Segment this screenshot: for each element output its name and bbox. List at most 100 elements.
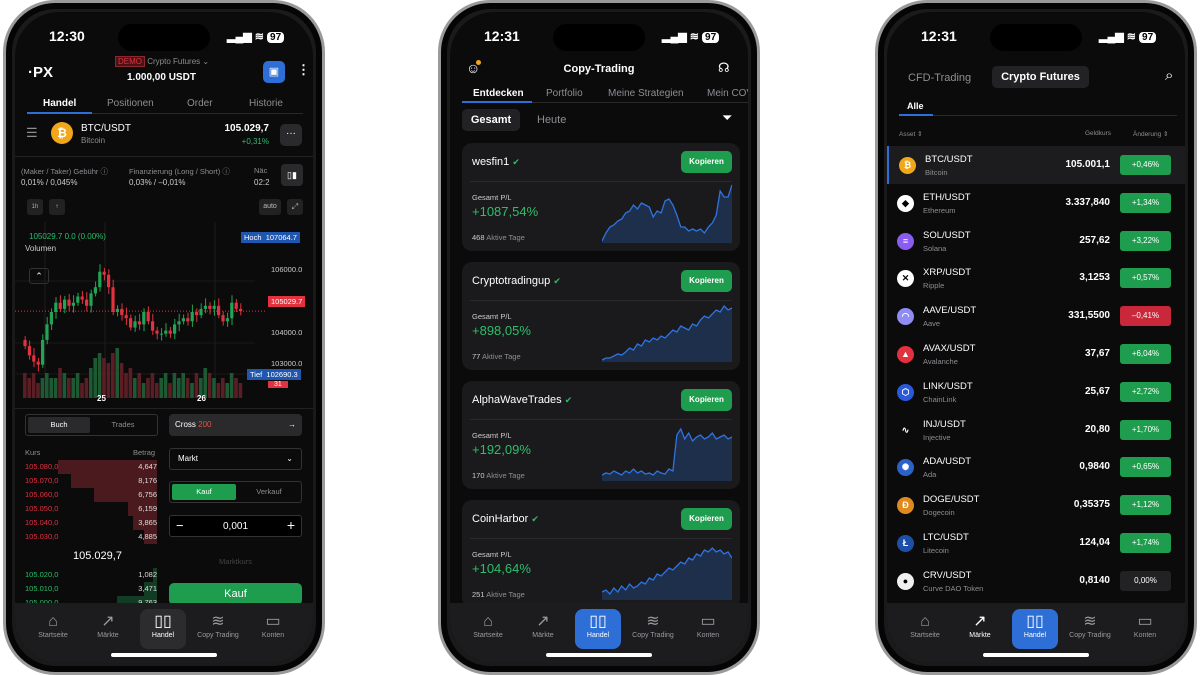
nav-copy-trading[interactable]: ≋ Copy Trading [1067,609,1113,649]
buy-submit-button[interactable]: Kauf [169,583,302,605]
orderbook-row[interactable]: 105.060,0 6,756 [25,488,157,502]
filter-heute[interactable]: Heute [537,114,566,126]
home-icon: ⌂ [48,613,58,630]
more-menu-icon[interactable]: ⋮ [297,62,310,78]
tab-cfd-trading[interactable]: CFD-Trading [908,72,971,84]
tab-historie[interactable]: Historie [249,98,283,109]
asset-row[interactable]: ◆ ETH/USDT Ethereum 3.337,840 +1,34% [887,184,1185,222]
nav-startseite[interactable]: ⌂ Startseite [30,609,76,649]
sort-change[interactable]: Änderung ⇕ [1133,130,1168,138]
nav-märkte[interactable]: ↗ Märkte [520,609,566,649]
asset-row[interactable]: ≡ SOL/USDT Solana 257,62 +3,22% [887,222,1185,260]
fullscreen-icon[interactable]: ⤢ [287,199,303,215]
candle [115,308,119,312]
pl-label: Gesamt P/L [472,550,512,559]
copy-button[interactable]: Kopieren [681,270,732,292]
nav-märkte[interactable]: ↗ Märkte [957,609,1003,649]
signal-wifi-icon: ▂▄▆ ≋ 97 [227,30,285,43]
tab-meine-strategien[interactable]: Meine Strategien [608,88,684,99]
order-type-select[interactable]: Markt ⌄ [169,448,302,470]
plus-icon[interactable]: + [287,517,295,533]
trader-card[interactable]: Cryptotradingup ✔ Kopieren Gesamt P/L +8… [462,262,740,370]
filter-alle[interactable]: Alle [907,101,924,111]
copy-button[interactable]: Kopieren [681,508,732,530]
asset-row[interactable]: ▲ AVAX/USDT Avalanche 37,67 +6,04% [887,335,1185,373]
nav-copy-trading[interactable]: ≋ Copy Trading [195,609,241,649]
nav-konten[interactable]: ▭ Konten [685,609,731,649]
high-label: Hoch 107064.7 [241,232,300,243]
pair-symbol[interactable]: BTC/USDT [81,123,131,134]
pl-label: Gesamt P/L [472,312,512,321]
tab-entdecken[interactable]: Entdecken [473,88,524,99]
margin-mode-button[interactable]: Cross 200 → [169,414,302,436]
asset-row[interactable]: ◠ AAVE/USDT Aave 331,5500 –0,41% [887,297,1185,335]
tab-buch[interactable]: Buch [28,417,90,433]
orderbook-row[interactable]: 105.040,0 3,865 [25,516,157,530]
trader-card[interactable]: CoinHarbor ✔ Kopieren Gesamt P/L +104,64… [462,500,740,608]
nav-startseite[interactable]: ⌂ Startseite [465,609,511,649]
tab-order[interactable]: Order [187,98,213,109]
asset-row[interactable]: ∿ INJ/USDT Injective 20,80 +1,70% [887,411,1185,449]
orderbook-row[interactable]: 105.020,0 1,082 [25,568,157,582]
trader-card[interactable]: wesfin1 ✔ Kopieren Gesamt P/L +1087,54% … [462,143,740,251]
nav-konten[interactable]: ▭ Konten [250,609,296,649]
trader-name[interactable]: wesfin1 ✔ [472,156,520,168]
timeframe-button[interactable]: 1h [27,199,43,215]
nav-handel[interactable]: ▯▯ Handel [575,609,621,649]
search-icon[interactable]: ⌕ [1165,67,1173,84]
nav-startseite[interactable]: ⌂ Startseite [902,609,948,649]
tab-handel[interactable]: Handel [43,98,76,109]
auto-scale-button[interactable]: auto [259,199,281,215]
orderbook-row[interactable]: 105.070,0 8,176 [25,474,157,488]
layers-icon: ≋ [646,613,660,630]
asset-row[interactable]: ⬡ LINK/USDT ChainLink 25,67 +2,72% [887,373,1185,411]
nav-handel[interactable]: ▯▯ Handel [140,609,186,649]
indicator-button[interactable]: ⟊ [49,199,65,215]
mid-price: 105.029,7 [73,550,122,562]
chart-type-button[interactable]: ▯▮ [281,164,303,186]
trader-name[interactable]: Cryptotradingup ✔ [472,275,561,287]
nav-copy-trading[interactable]: ≋ Copy Trading [630,609,676,649]
trader-card[interactable]: AlphaWaveTrades ✔ Kopieren Gesamt P/L +1… [462,381,740,489]
buy-side-tab[interactable]: Kauf [172,484,236,500]
asset-row[interactable]: Ð DOGE/USDT Dogecoin 0,35375 +1,12% [887,486,1185,524]
orderbook-row[interactable]: 105.080,0 4,647 [25,460,157,474]
account-selector[interactable]: DEMO Crypto Futures ⌄ [115,56,209,67]
filter-gesamt[interactable]: Gesamt [462,109,520,131]
nav-konten[interactable]: ▭ Konten [1122,609,1168,649]
orderbook-row[interactable]: 105.050,0 6,159 [25,502,157,516]
pair-more-button[interactable]: ··· [280,124,302,146]
orderbook-row[interactable]: 105.030,0 4,885 [25,530,157,544]
active-tab-indicator [462,101,532,103]
nav-handel[interactable]: ▯▯ Handel [1012,609,1058,649]
trader-name[interactable]: AlphaWaveTrades ✔ [472,394,572,406]
collapse-volume-button[interactable]: ⌃ [29,268,49,284]
nav-märkte[interactable]: ↗ Märkte [85,609,131,649]
tab-mein-cov[interactable]: Mein COV [707,88,748,99]
candle [142,312,146,325]
asset-row[interactable]: ₿ BTC/USDT Bitcoin 105.001,1 +0,46% [887,146,1185,184]
quantity-stepper[interactable]: − 0,001 + [169,515,302,537]
asset-row[interactable]: Ł LTC/USDT Litecoin 124,04 +1,74% [887,524,1185,562]
asset-row[interactable]: ✺ ADA/USDT Ada 0,9840 +0,65% [887,448,1185,486]
tab-trades[interactable]: Trades [92,417,154,433]
trader-name[interactable]: CoinHarbor ✔ [472,513,539,525]
orderbook-toggle-icon[interactable]: ☰ [26,125,38,141]
tab-crypto-futures[interactable]: Crypto Futures [992,66,1089,88]
quantity-value[interactable]: 0,001 [170,521,301,532]
support-headset-icon[interactable]: ☊ [718,60,730,76]
tab-positionen[interactable]: Positionen [107,98,154,109]
dynamic-island [118,24,210,51]
filter-funnel-icon[interactable]: ⏷ [722,110,732,126]
asset-row[interactable]: ✕ XRP/USDT Ripple 3,1253 +0,57% [887,259,1185,297]
asset-row[interactable]: ● CRV/USDT Curve DAO Token 0,8140 0,00% [887,562,1185,600]
candle [181,318,185,322]
copy-button[interactable]: Kopieren [681,151,732,173]
sort-asset[interactable]: Asset ⇕ [899,130,923,138]
tab-portfolio[interactable]: Portfolio [546,88,583,99]
volume-bar [146,378,150,398]
orderbook-row[interactable]: 105.010,0 3,471 [25,582,157,596]
deposit-button[interactable]: ▣ [263,61,285,83]
copy-button[interactable]: Kopieren [681,389,732,411]
sell-side-tab[interactable]: Verkauf [238,484,300,500]
